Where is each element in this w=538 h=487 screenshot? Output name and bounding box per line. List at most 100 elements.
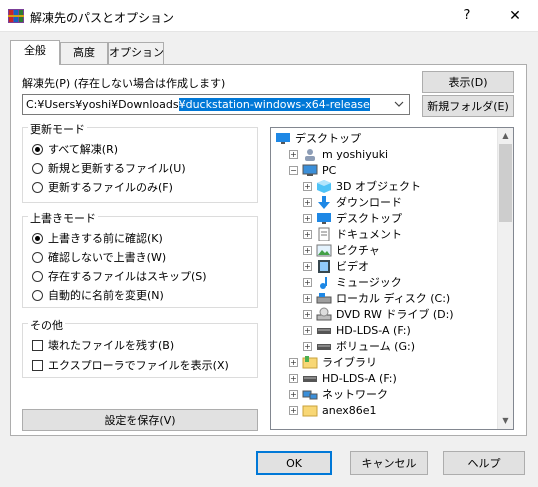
- expand-icon[interactable]: +: [303, 325, 312, 335]
- overwrite-option-confirm[interactable]: 上書きする前に確認(K): [32, 229, 163, 247]
- tree-item-label: ライブラリ: [322, 356, 377, 369]
- tree-item[interactable]: + ピクチャ: [303, 242, 380, 258]
- expand-icon[interactable]: +: [303, 309, 312, 319]
- expand-icon[interactable]: +: [303, 197, 312, 207]
- show-button[interactable]: 表示(D): [422, 71, 514, 93]
- scroll-up-icon[interactable]: ▲: [498, 128, 513, 144]
- checkbox[interactable]: [32, 339, 43, 351]
- expand-icon[interactable]: +: [303, 261, 312, 271]
- overwrite-option-rename[interactable]: 自動的に名前を変更(N): [32, 286, 164, 304]
- tree-item-label: ボリューム (G:): [336, 340, 415, 353]
- tree-item-label: PC: [322, 163, 337, 177]
- tree-item[interactable]: + ローカル ディスク (C:): [303, 290, 450, 306]
- 3d-objects-icon: [317, 180, 331, 193]
- tab-general[interactable]: 全般: [10, 40, 60, 65]
- expand-icon[interactable]: +: [303, 245, 312, 255]
- tree-item[interactable]: + HD-LDS-A (F:): [289, 370, 397, 386]
- expand-icon[interactable]: +: [289, 373, 298, 383]
- expand-icon[interactable]: +: [303, 229, 312, 239]
- tree-item[interactable]: + DVD RW ドライブ (D:): [303, 306, 454, 322]
- tree-item-label: ドキュメント: [336, 228, 402, 241]
- save-settings-button[interactable]: 設定を保存(V): [22, 409, 258, 431]
- window-title: 解凍先のパスとオプション: [30, 11, 175, 25]
- expand-icon[interactable]: +: [289, 357, 298, 367]
- expand-icon[interactable]: +: [289, 389, 298, 399]
- radio-selected[interactable]: [32, 232, 43, 244]
- checkbox[interactable]: [32, 359, 43, 371]
- overwrite-mode-title: 上書きモード: [28, 210, 98, 226]
- tree-item-label: m yoshiyuki: [322, 147, 389, 161]
- tree-item[interactable]: + ドキュメント: [303, 226, 402, 242]
- help-dialog-button[interactable]: ヘルプ: [443, 451, 525, 475]
- folder-icon: [302, 405, 318, 417]
- destination-path-text: C:¥Users¥yoshi¥Downloads¥duckstation-win…: [26, 98, 370, 111]
- expand-icon[interactable]: +: [303, 341, 312, 351]
- checkbox-label: 壊れたファイルを残す(B): [48, 339, 175, 352]
- show-in-explorer-checkbox[interactable]: エクスプローラでファイルを表示(X): [32, 356, 229, 374]
- document-icon: [318, 227, 330, 241]
- misc-title: その他: [28, 317, 65, 333]
- tree-item[interactable]: +3D オブジェクト: [303, 178, 421, 194]
- expand-icon[interactable]: +: [303, 181, 312, 191]
- tree-item-label: ピクチャ: [336, 244, 380, 257]
- tree-item[interactable]: + デスクトップ: [303, 210, 402, 226]
- tree-item[interactable]: デスクトップ: [275, 130, 361, 146]
- destination-path-combo[interactable]: C:¥Users¥yoshi¥Downloads¥duckstation-win…: [22, 94, 410, 115]
- radio[interactable]: [32, 289, 43, 301]
- tree-item-label: ビデオ: [336, 260, 369, 273]
- new-folder-button[interactable]: 新規フォルダ(E): [422, 95, 514, 117]
- cancel-button[interactable]: キャンセル: [350, 451, 428, 475]
- update-option-updated-only[interactable]: 更新するファイルのみ(F): [32, 178, 173, 196]
- tree-item-label: ネットワーク: [322, 388, 388, 401]
- radio[interactable]: [32, 162, 43, 174]
- tab-advanced[interactable]: 高度: [60, 42, 108, 64]
- destination-label: 解凍先(P) (存在しない場合は作成します): [22, 77, 226, 90]
- collapse-icon[interactable]: −: [289, 165, 298, 175]
- tree-item-label: ローカル ディスク (C:): [336, 292, 451, 305]
- radio[interactable]: [32, 270, 43, 282]
- radio-label: 自動的に名前を変更(N): [48, 289, 164, 302]
- radio-selected[interactable]: [32, 143, 43, 155]
- expand-icon[interactable]: +: [303, 277, 312, 287]
- keep-broken-files-checkbox[interactable]: 壊れたファイルを残す(B): [32, 336, 174, 354]
- expand-icon[interactable]: +: [303, 293, 312, 303]
- tree-item[interactable]: + HD-LDS-A (F:): [303, 322, 411, 338]
- expand-icon[interactable]: +: [303, 213, 312, 223]
- tab-options[interactable]: オプション: [108, 42, 164, 64]
- desktop-icon: [276, 133, 290, 144]
- tree-item[interactable]: + anex86e1: [289, 402, 377, 418]
- tree-item-label: anex86e1: [322, 403, 377, 417]
- overwrite-option-no-confirm[interactable]: 確認しないで上書き(W): [32, 248, 166, 266]
- ok-button[interactable]: OK: [256, 451, 332, 475]
- update-option-new-and-updated[interactable]: 新規と更新するファイル(U): [32, 159, 186, 177]
- scroll-thumb[interactable]: [499, 144, 512, 222]
- pc-icon: [302, 164, 318, 176]
- tree-item[interactable]: + ダウンロード: [303, 194, 402, 210]
- folder-tree[interactable]: デスクトップ + m yoshiyuki − PC +3D オブジェクト + ダウンロード + デ…: [270, 127, 514, 430]
- music-icon: [320, 277, 327, 289]
- tree-item[interactable]: + ミュージック: [303, 274, 402, 290]
- tree-item[interactable]: + ネットワーク: [289, 386, 388, 402]
- radio-label: 更新するファイルのみ(F): [48, 181, 173, 194]
- help-button[interactable]: ?: [444, 0, 490, 32]
- scroll-down-icon[interactable]: ▼: [498, 413, 513, 429]
- chevron-down-icon[interactable]: [391, 95, 407, 114]
- tree-item[interactable]: + ライブラリ: [289, 354, 377, 370]
- radio[interactable]: [32, 251, 43, 263]
- overwrite-option-skip[interactable]: 存在するファイルはスキップ(S): [32, 267, 207, 285]
- video-icon: [318, 260, 330, 273]
- dvd-drive-icon: [316, 307, 332, 321]
- winrar-icon: [8, 9, 24, 23]
- tree-item[interactable]: − PC: [289, 162, 336, 178]
- tree-item[interactable]: + m yoshiyuki: [289, 146, 388, 162]
- drive-icon: [317, 344, 331, 350]
- update-option-extract-all[interactable]: すべて解凍(R): [32, 140, 118, 158]
- close-button[interactable]: ✕: [492, 0, 538, 32]
- tree-scrollbar[interactable]: ▲ ▼: [497, 128, 513, 429]
- tree-item[interactable]: + ビデオ: [303, 258, 369, 274]
- drive-icon: [303, 376, 317, 382]
- expand-icon[interactable]: +: [289, 149, 298, 159]
- tree-item[interactable]: + ボリューム (G:): [303, 338, 415, 354]
- expand-icon[interactable]: +: [289, 405, 298, 415]
- radio[interactable]: [32, 181, 43, 193]
